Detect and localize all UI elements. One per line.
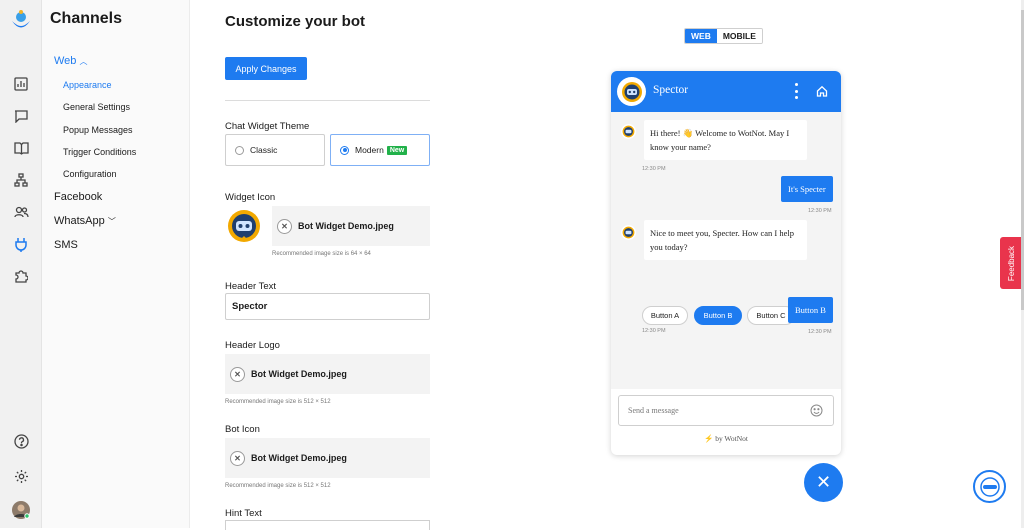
nav-sub-trigger-conditions[interactable]: Trigger Conditions xyxy=(63,147,136,157)
nav-item-whatsapp[interactable]: WhatsApp ﹀ xyxy=(54,215,116,227)
users-icon[interactable] xyxy=(11,202,31,222)
tab-web[interactable]: WEB xyxy=(685,29,717,43)
close-chat-button[interactable]: ✕ xyxy=(804,463,843,502)
bot-icon-hint: Recommended image size is 512 × 512 xyxy=(225,483,331,489)
nav-title: Channels xyxy=(50,10,123,27)
apply-changes-button[interactable]: Apply Changes xyxy=(225,57,307,80)
nav-sub-general-settings[interactable]: General Settings xyxy=(63,102,130,112)
bot-icon-file: ✕ Bot Widget Demo.jpeg xyxy=(225,438,430,478)
hint-text-label: Hint Text xyxy=(225,508,262,519)
new-badge: New xyxy=(386,145,408,155)
nav-item-facebook[interactable]: Facebook xyxy=(54,191,102,203)
bot-message: Hi there! 👋 Welcome to WotNot. May I kno… xyxy=(644,120,807,160)
chat-icon[interactable] xyxy=(11,106,31,126)
sitemap-icon[interactable] xyxy=(11,170,31,190)
settings-panel: Customize your bot Apply Changes Chat Wi… xyxy=(190,0,455,530)
theme-classic-label: Classic xyxy=(250,145,278,155)
widget-icon-hint: Recommended image size is 64 × 64 xyxy=(272,251,371,257)
helper-bot-icon[interactable] xyxy=(973,470,1006,503)
bot-avatar xyxy=(617,77,646,106)
icon-rail xyxy=(0,0,42,528)
message-time: 12:30 PM xyxy=(642,328,666,334)
theme-modern-label: Modern xyxy=(355,145,384,155)
feedback-label: Feedback xyxy=(1007,245,1017,281)
header-text-label: Header Text xyxy=(225,281,277,292)
message-placeholder: Send a message xyxy=(628,406,679,415)
user-avatar[interactable] xyxy=(11,500,31,520)
widget-icon-label: Widget Icon xyxy=(225,192,276,203)
header-text-input[interactable]: Spector xyxy=(225,293,430,320)
theme-classic-radio[interactable]: Classic xyxy=(225,134,325,166)
device-toggle: WEB MOBILE xyxy=(684,28,763,44)
analytics-icon[interactable] xyxy=(11,74,31,94)
header-logo-filename: Bot Widget Demo.jpeg xyxy=(251,369,347,379)
emoji-icon[interactable] xyxy=(810,404,823,419)
message-time: 12:30 PM xyxy=(808,208,832,214)
help-icon[interactable] xyxy=(11,431,31,451)
widget-bot-name: Spector xyxy=(653,84,689,96)
chevron-up-icon: ︿ xyxy=(79,57,88,66)
message-time: 12:30 PM xyxy=(808,329,832,335)
channels-nav: Channels Web ︿ Appearance General Settin… xyxy=(42,0,190,528)
quick-reply-button-b[interactable]: Button B xyxy=(694,306,742,325)
nav-item-web[interactable]: Web ︿ xyxy=(54,55,87,67)
plug-icon[interactable] xyxy=(11,234,31,254)
message-input[interactable]: Send a message xyxy=(618,395,834,426)
puzzle-icon[interactable] xyxy=(11,266,31,286)
genie-logo[interactable] xyxy=(8,8,34,34)
widget-icon-filename: Bot Widget Demo.jpeg xyxy=(298,221,394,231)
theme-modern-radio[interactable]: Modern New xyxy=(330,134,430,166)
tab-mobile[interactable]: MOBILE xyxy=(716,29,762,43)
widget-header: Spector xyxy=(611,71,841,112)
bot-message: Nice to meet you, Specter. How can I hel… xyxy=(644,220,807,260)
header-logo-hint: Recommended image size is 512 × 512 xyxy=(225,399,331,405)
more-vertical-icon[interactable] xyxy=(791,83,801,99)
radio-dot-icon xyxy=(235,145,244,155)
book-icon[interactable] xyxy=(11,138,31,158)
bot-message-avatar xyxy=(621,225,636,240)
chat-widget: Spector Hi there! 👋 Welcome to WotNot. M… xyxy=(611,71,841,455)
nav-sub-configuration[interactable]: Configuration xyxy=(63,169,117,179)
user-message: Button B xyxy=(788,297,833,323)
settings-gear-icon[interactable] xyxy=(11,466,31,486)
hint-text-input[interactable] xyxy=(225,520,430,530)
widget-icon-file: ✕ Bot Widget Demo.jpeg xyxy=(272,206,430,246)
bot-icon-label: Bot Icon xyxy=(225,424,260,435)
chevron-down-icon: ﹀ xyxy=(107,217,116,226)
header-logo-label: Header Logo xyxy=(225,340,280,351)
bot-message-avatar xyxy=(621,124,636,139)
powered-by: ⚡ by WotNot xyxy=(703,434,748,443)
user-message: It's Specter xyxy=(781,176,833,202)
chat-body: Hi there! 👋 Welcome to WotNot. May I kno… xyxy=(611,112,841,389)
close-icon: ✕ xyxy=(815,472,832,492)
nav-sub-popup-messages[interactable]: Popup Messages xyxy=(63,125,133,135)
remove-header-logo-button[interactable]: ✕ xyxy=(230,366,245,382)
remove-bot-icon-button[interactable]: ✕ xyxy=(230,450,245,466)
quick-reply-button-a[interactable]: Button A xyxy=(642,306,688,325)
remove-widget-icon-button[interactable]: ✕ xyxy=(277,218,292,234)
widget-icon-preview xyxy=(225,209,263,245)
divider xyxy=(225,100,430,101)
message-time: 12:30 PM xyxy=(642,166,666,172)
preview-area: WEB MOBILE Spector Hi there! 👋 Welcome t… xyxy=(455,0,1021,528)
bot-icon-filename: Bot Widget Demo.jpeg xyxy=(251,453,347,463)
radio-dot-icon xyxy=(340,145,349,155)
page-title: Customize your bot xyxy=(225,13,366,30)
header-logo-file: ✕ Bot Widget Demo.jpeg xyxy=(225,354,430,394)
nav-sub-appearance[interactable]: Appearance xyxy=(63,80,112,90)
nav-item-sms[interactable]: SMS xyxy=(54,239,78,251)
home-icon[interactable] xyxy=(816,84,828,102)
theme-label: Chat Widget Theme xyxy=(225,121,310,132)
